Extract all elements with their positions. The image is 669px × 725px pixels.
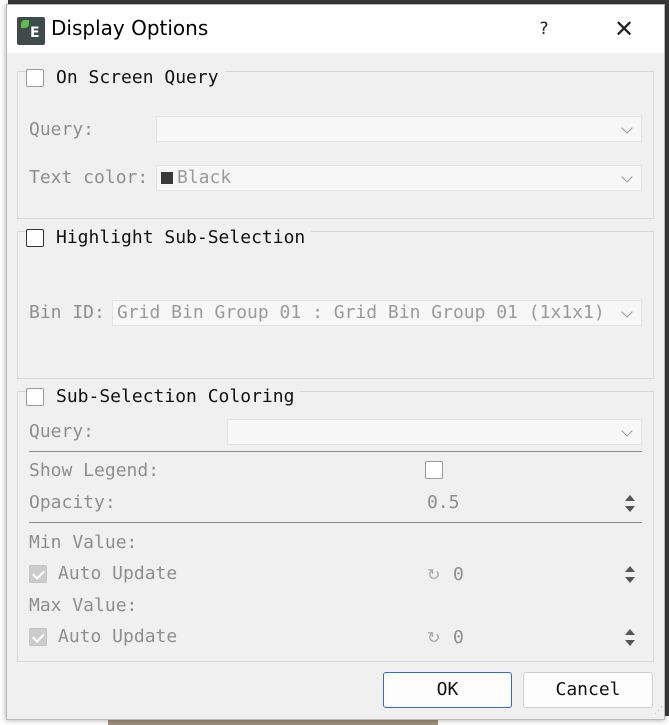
max-auto-update-checkbox[interactable] xyxy=(29,628,47,646)
highlight-sub-selection-title: Highlight Sub-Selection xyxy=(56,227,306,248)
min-value-label: Min Value: xyxy=(29,532,138,553)
min-auto-update-checkbox[interactable] xyxy=(29,565,47,583)
opacity-spin-buttons[interactable] xyxy=(621,491,637,515)
query-label: Query: xyxy=(29,119,95,140)
query-combo[interactable] xyxy=(156,116,642,142)
sub-selection-coloring-header: Sub-Selection Coloring xyxy=(26,386,301,407)
ok-button[interactable]: OK xyxy=(383,672,512,708)
cancel-button[interactable]: Cancel xyxy=(523,672,653,708)
text-color-label: Text color: xyxy=(29,167,149,188)
coloring-query-combo[interactable] xyxy=(227,419,642,445)
spin-down-icon[interactable] xyxy=(625,577,635,583)
bin-id-combo[interactable]: Grid Bin Group 01 : Grid Bin Group 01 (1… xyxy=(112,300,642,326)
on-screen-query-header: On Screen Query xyxy=(26,67,225,88)
sub-selection-coloring-checkbox[interactable] xyxy=(26,387,44,406)
chevron-down-icon xyxy=(621,171,633,183)
dialog-title: Display Options xyxy=(51,16,209,40)
show-legend-label: Show Legend: xyxy=(29,460,160,481)
highlight-sub-selection-header: Highlight Sub-Selection xyxy=(26,227,312,248)
separator xyxy=(29,522,642,523)
bin-id-label: Bin ID: xyxy=(29,302,105,323)
app-icon: E xyxy=(17,17,45,45)
max-value-spinbox[interactable]: 0 xyxy=(453,625,613,651)
on-screen-query-group xyxy=(17,71,654,219)
max-value-label: Max Value: xyxy=(29,595,138,616)
spin-up-icon[interactable] xyxy=(625,629,635,635)
reset-icon[interactable]: ↻ xyxy=(427,628,440,647)
sub-selection-coloring-title: Sub-Selection Coloring xyxy=(56,386,295,407)
separator xyxy=(29,451,642,452)
text-color-combo[interactable]: Black xyxy=(156,165,642,191)
max-value-spin-buttons[interactable] xyxy=(621,625,637,649)
opacity-spinbox[interactable]: 0.5 xyxy=(427,490,627,516)
highlight-sub-selection-checkbox[interactable] xyxy=(26,228,44,247)
close-button[interactable]: ✕ xyxy=(605,13,643,45)
color-swatch-icon xyxy=(161,172,173,184)
spin-down-icon[interactable] xyxy=(625,640,635,646)
spin-down-icon[interactable] xyxy=(625,506,635,512)
spin-up-icon[interactable] xyxy=(625,566,635,572)
on-screen-query-title: On Screen Query xyxy=(56,67,219,88)
reset-icon[interactable]: ↻ xyxy=(427,565,440,584)
on-screen-query-checkbox[interactable] xyxy=(26,68,44,87)
spin-up-icon[interactable] xyxy=(625,495,635,501)
help-button[interactable]: ? xyxy=(527,13,561,45)
coloring-query-label: Query: xyxy=(29,421,95,442)
show-legend-checkbox[interactable] xyxy=(425,461,443,479)
opacity-label: Opacity: xyxy=(29,492,116,513)
resize-grip-icon[interactable]: ⋰ xyxy=(654,707,664,719)
chevron-down-icon xyxy=(621,425,633,437)
min-value-spin-buttons[interactable] xyxy=(621,562,637,586)
chevron-down-icon xyxy=(621,306,633,318)
title-bar[interactable]: E Display Options ? ✕ xyxy=(7,5,664,53)
max-auto-update-label: Auto Update xyxy=(58,626,178,647)
chevron-down-icon xyxy=(621,122,633,134)
min-value-spinbox[interactable]: 0 xyxy=(453,562,613,588)
display-options-dialog: E Display Options ? ✕ On Screen Query Qu… xyxy=(6,4,665,720)
min-auto-update-label: Auto Update xyxy=(58,563,178,584)
